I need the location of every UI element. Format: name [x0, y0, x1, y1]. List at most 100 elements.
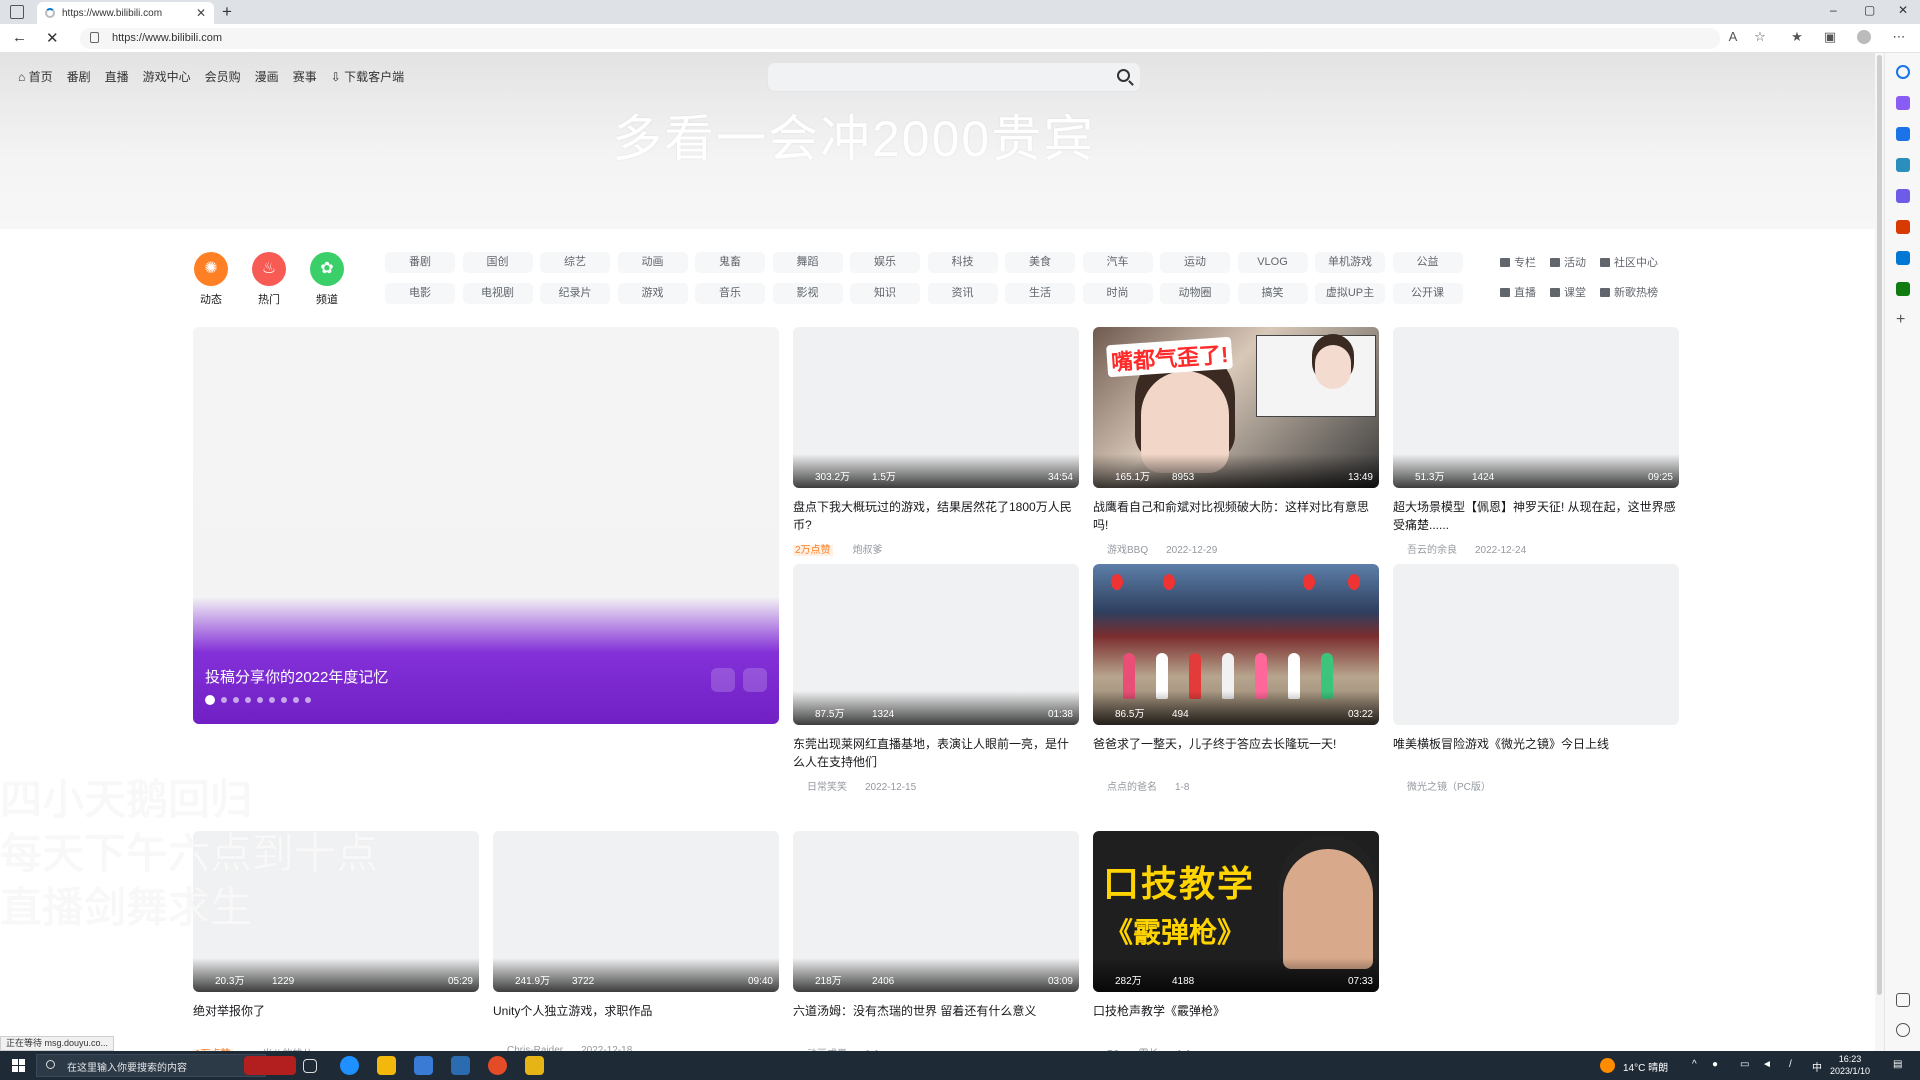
nav-download[interactable]: ⇩ 下载客户端: [331, 68, 404, 85]
quick-entry-channel[interactable]: ✿ 频道: [297, 252, 357, 307]
nav-mall[interactable]: 会员购: [205, 68, 241, 85]
channel-item[interactable]: 音乐: [695, 283, 765, 304]
video-thumbnail[interactable]: 嘴都气歪了! 165.1万 8953 13:49: [1093, 327, 1379, 488]
carousel-dot[interactable]: [281, 697, 287, 703]
video-card[interactable]: 86.5万 494 03:22 爸爸求了一整天，儿子终于答应去长隆玩一天! 点点的爸名 1…: [1093, 564, 1379, 793]
favorites-icon[interactable]: ★: [1790, 30, 1804, 44]
carousel-dot[interactable]: [305, 697, 311, 703]
video-card[interactable]: 241.9万 3722 09:40 Unity个人独立游戏，求职作品 Chris-Rai…: [493, 831, 779, 1051]
carousel-prev-button[interactable]: [711, 668, 735, 692]
taskbar-search-input[interactable]: 在这里输入你要搜索的内容: [36, 1054, 266, 1077]
channel-item[interactable]: 汽车: [1082, 252, 1153, 273]
link-column[interactable]: 专栏: [1500, 254, 1536, 270]
video-card[interactable]: 口技教学《霰弹枪》282万418807:33口技枪声教学《霰弹枪》B0over霸…: [1093, 831, 1379, 1051]
sidebar-settings-icon[interactable]: [1896, 1023, 1910, 1037]
sidebar-layout-icon[interactable]: [1896, 993, 1910, 1007]
tools-icon[interactable]: [1896, 158, 1910, 172]
tab-actions-icon[interactable]: [10, 5, 24, 19]
channel-item[interactable]: 搞笑: [1237, 283, 1308, 304]
nav-bangumi[interactable]: 番剧: [67, 68, 91, 85]
link-community[interactable]: 社区中心: [1600, 254, 1658, 270]
pen-icon[interactable]: /: [1789, 1059, 1792, 1070]
nav-game-center[interactable]: 游戏中心: [143, 68, 191, 85]
search-icon[interactable]: [1896, 65, 1910, 79]
link-music-chart[interactable]: 新歌热榜: [1600, 284, 1658, 300]
video-author[interactable]: 微光之镜（PC版）: [1407, 782, 1491, 793]
games-icon[interactable]: [1896, 189, 1910, 203]
video-title[interactable]: 爸爸求了一整天，儿子终于答应去长隆玩一天!: [1093, 735, 1379, 771]
channel-item[interactable]: 娱乐: [850, 252, 920, 273]
nav-manga[interactable]: 漫画: [255, 68, 279, 85]
video-thumbnail[interactable]: 87.5万 1324 01:38: [793, 564, 1079, 725]
link-live[interactable]: 直播: [1500, 284, 1536, 300]
store-icon[interactable]: [414, 1056, 433, 1075]
back-icon[interactable]: ←: [12, 29, 27, 46]
video-title[interactable]: 绝对举报你了: [193, 1002, 479, 1038]
collections-icon[interactable]: ▣: [1823, 30, 1837, 44]
video-title[interactable]: 东莞出现莱网红直播基地，表演让人眼前一亮，是什么人在支持他们: [793, 735, 1079, 771]
channel-item[interactable]: 综艺: [540, 252, 610, 273]
quick-entry-dynamic[interactable]: ✺ 动态: [181, 252, 241, 307]
tab-close-icon[interactable]: ✕: [196, 6, 206, 20]
channel-item[interactable]: 公开课: [1392, 283, 1463, 304]
video-card[interactable]: 303.2万 1.5万 34:54 盘点下我大概玩过的游戏，结果居然花了1800万人民…: [793, 327, 1079, 556]
edge-browser-icon[interactable]: [340, 1056, 359, 1075]
channel-item[interactable]: 电视剧: [462, 283, 533, 304]
copilot-icon[interactable]: [1896, 96, 1910, 110]
carousel-title[interactable]: 投稿分享你的2022年度记忆: [205, 666, 388, 687]
video-title[interactable]: 口技枪声教学《霰弹枪》: [1093, 1002, 1379, 1038]
channel-item[interactable]: 国创: [462, 252, 533, 273]
quick-entry-hot[interactable]: ♨ 热门: [239, 252, 299, 307]
mic-icon[interactable]: ●: [1712, 1059, 1718, 1070]
channel-item[interactable]: 资讯: [927, 283, 998, 304]
video-card[interactable]: 51.3万 1424 09:25 超大场景模型【佩恩】神罗天征! 从现在起，这世界感受…: [1393, 327, 1679, 556]
channel-item[interactable]: 美食: [1005, 252, 1075, 273]
video-thumbnail[interactable]: 51.3万 1424 09:25: [1393, 327, 1679, 488]
channel-item[interactable]: 动画: [617, 252, 688, 273]
video-thumbnail[interactable]: 218万 2406 03:09: [793, 831, 1079, 992]
carousel-dot[interactable]: [221, 697, 227, 703]
task-view-icon[interactable]: [303, 1059, 317, 1073]
video-card[interactable]: 218万240603:09六道汤姆：没有杰瑞的世界 留着还有什么意义动画成果1-…: [793, 831, 1079, 1051]
video-author[interactable]: 日常笑笑: [807, 782, 847, 793]
carousel-dot[interactable]: [269, 697, 275, 703]
carousel-dot[interactable]: [293, 697, 299, 703]
drop-icon[interactable]: [1896, 282, 1910, 296]
video-thumbnail[interactable]: 241.9万 3722 09:40: [493, 831, 779, 992]
video-title[interactable]: 超大场景模型【佩恩】神罗天征! 从现在起，这世界感受痛楚......: [1393, 498, 1679, 534]
close-window-button[interactable]: ✕: [1898, 3, 1908, 17]
video-thumbnail[interactable]: 口技教学 《霰弹枪》 282万 4188 07:33: [1093, 831, 1379, 992]
network-icon[interactable]: ▭: [1740, 1059, 1749, 1070]
stop-loading-icon[interactable]: ✕: [46, 29, 59, 47]
nav-live[interactable]: 直播: [105, 68, 129, 85]
channel-item[interactable]: 运动: [1160, 252, 1230, 273]
channel-item[interactable]: 电影: [385, 283, 455, 304]
url-text[interactable]: https://www.bilibili.com: [112, 32, 222, 44]
maximize-button[interactable]: ▢: [1864, 3, 1875, 17]
video-thumbnail[interactable]: 86.5万 494 03:22: [1093, 564, 1379, 725]
carousel-dot[interactable]: [245, 697, 251, 703]
channel-item[interactable]: 动物圈: [1160, 283, 1230, 304]
file-explorer-icon[interactable]: [377, 1056, 396, 1075]
browser-tab[interactable]: https://www.bilibili.com ✕: [37, 2, 214, 24]
channel-item[interactable]: 影视: [772, 283, 843, 304]
video-title[interactable]: 战鹰看自己和俞斌对比视频破大防：这样对比有意思吗!: [1093, 498, 1379, 534]
carousel-dot[interactable]: [205, 695, 215, 705]
video-title[interactable]: 盘点下我大概玩过的游戏，结果居然花了1800万人民币?: [793, 498, 1079, 534]
link-classroom[interactable]: 课堂: [1550, 284, 1586, 300]
profile-avatar[interactable]: [1857, 30, 1871, 44]
scrollbar-thumb[interactable]: [1877, 55, 1882, 995]
mail-icon[interactable]: [451, 1056, 470, 1075]
carousel-dot[interactable]: [233, 697, 239, 703]
channel-item[interactable]: 鬼畜: [695, 252, 765, 273]
notification-icon[interactable]: ▤: [1893, 1059, 1902, 1070]
channel-item[interactable]: 生活: [1005, 283, 1075, 304]
video-title[interactable]: 六道汤姆：没有杰瑞的世界 留着还有什么意义: [793, 1002, 1079, 1038]
channel-item[interactable]: 时尚: [1082, 283, 1153, 304]
video-thumbnail[interactable]: [1393, 564, 1679, 725]
ime-indicator[interactable]: 中: [1812, 1059, 1822, 1074]
weather-icon[interactable]: [1600, 1058, 1615, 1073]
video-author[interactable]: 游戏BBQ: [1107, 545, 1148, 556]
channel-item[interactable]: 单机游戏: [1315, 252, 1385, 273]
video-title[interactable]: 唯美横板冒险游戏《微光之镜》今日上线: [1393, 735, 1679, 771]
